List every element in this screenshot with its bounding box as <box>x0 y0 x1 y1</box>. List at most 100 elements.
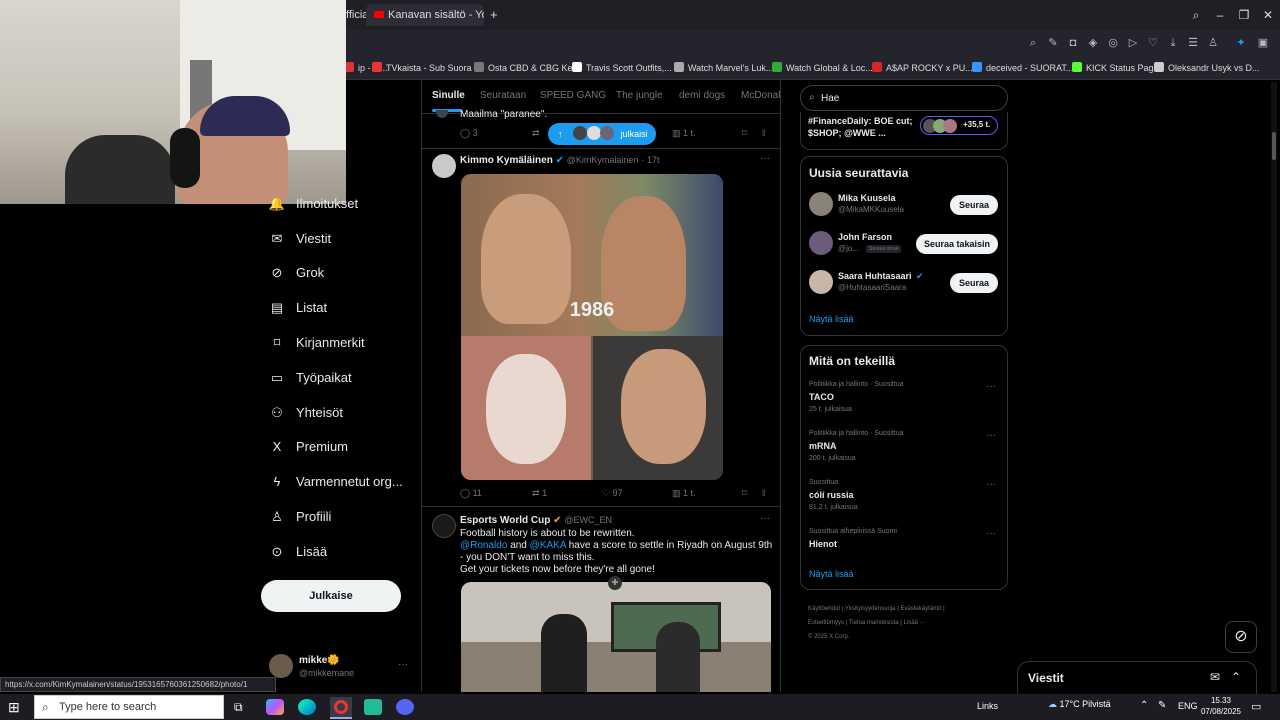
prev-views-button[interactable]: ▥ 1 t. <box>672 128 696 139</box>
messages-drawer[interactable]: Viestit ✉ ⌃ <box>1017 661 1257 694</box>
footer-link[interactable]: Tietoa mainoksista <box>849 620 899 626</box>
tweet-avatar[interactable] <box>432 514 456 538</box>
sidebar-item[interactable]: ⚇ Yhteisöt <box>268 401 343 425</box>
mention-link[interactable]: @KAKA <box>530 540 566 551</box>
author-handle[interactable]: @EWC_EN <box>564 515 612 525</box>
task-view-icon[interactable]: ⧉ <box>234 700 243 715</box>
feed-tab[interactable]: Seurataan <box>480 90 526 101</box>
follow-avatar[interactable] <box>809 192 833 216</box>
expand-up-icon[interactable]: ⌃ <box>1231 670 1241 684</box>
feed-tab[interactable]: Sinulle <box>432 90 465 101</box>
follow-button[interactable]: Seuraa <box>950 273 998 293</box>
tweet-video[interactable] <box>461 582 771 692</box>
follow-name[interactable]: Mika Kuusela <box>838 193 896 203</box>
tray-chevron-icon[interactable]: ⌃ <box>1140 700 1148 711</box>
widgets-icon[interactable] <box>266 699 284 715</box>
new-message-icon[interactable]: ✉ <box>1210 670 1220 684</box>
shield-icon[interactable]: ◈ <box>1086 36 1100 50</box>
weather-widget[interactable]: ☁ 17°C Pilvistä <box>1048 699 1111 710</box>
views-button[interactable]: ▥ 1 t. <box>672 488 696 499</box>
sidebar-item[interactable]: ϟ Varmennetut org... <box>268 470 403 494</box>
share-icon[interactable]: ⇪ <box>760 128 768 139</box>
author-handle[interactable]: @KimKymalainen <box>567 155 639 165</box>
sidebar-item[interactable]: ♙ Profiili <box>268 505 331 529</box>
tweet-avatar[interactable] <box>432 154 456 178</box>
taskbar-search[interactable]: ⌕ Type here to search <box>34 695 224 719</box>
menu-icon[interactable]: ☰ <box>1186 36 1200 50</box>
opera-icon[interactable] <box>330 697 352 719</box>
bookmark-item[interactable]: A$AP ROCKY x PU... <box>872 60 973 76</box>
reply-button[interactable]: ◯ 11 <box>460 488 482 499</box>
bookmark-item[interactable]: Watch Global & Loc... <box>772 60 873 76</box>
prev-retweet-icon[interactable]: ⇄ <box>532 128 540 139</box>
follow-button[interactable]: Seuraa <box>950 195 998 215</box>
pen-icon[interactable]: ✎ <box>1158 700 1166 711</box>
tweet-image[interactable]: 1986 <box>461 174 723 480</box>
language-indicator[interactable]: ENG <box>1178 701 1198 711</box>
trending-top-text[interactable]: #FinanceDaily: BOE cut; $SHOP; @WWE ... <box>808 115 916 139</box>
sidebar-item[interactable]: ⌑ Kirjanmerkit <box>268 331 365 355</box>
share-icon[interactable]: ⇪ <box>760 488 768 499</box>
tweet-time[interactable]: 17t <box>647 155 660 165</box>
feed-tab[interactable]: demi dogs <box>679 90 725 101</box>
footer-link[interactable]: Evästekäytäntö <box>900 606 941 612</box>
post-button[interactable]: Julkaise <box>261 580 401 612</box>
download-icon[interactable]: ⤓ <box>1166 36 1180 50</box>
retweet-button[interactable]: ⇄ 1 <box>532 488 547 499</box>
bookmark-item[interactable]: deceived - SUORAT... <box>972 60 1073 76</box>
bookmark-icon[interactable]: ⌑ <box>742 488 747 499</box>
follow-avatar[interactable] <box>809 231 833 255</box>
bookmark-icon[interactable]: ⌑ <box>742 128 747 139</box>
footer-link[interactable]: Lisää ··· <box>904 620 926 626</box>
restore-icon[interactable]: ❐ <box>1234 6 1254 24</box>
scrollbar-thumb[interactable] <box>1272 132 1276 160</box>
wallet-icon[interactable]: ▣ <box>1256 36 1270 50</box>
heart-icon[interactable]: ♡ <box>1146 36 1160 50</box>
profile-icon[interactable]: ♙ <box>1206 36 1220 50</box>
trending-avatars-pill[interactable]: +35,5 t. <box>920 116 998 135</box>
search-input[interactable]: Hae <box>821 93 839 104</box>
bookmark-item[interactable]: Osta CBD & CBG Ke... <box>474 60 580 76</box>
trend-name[interactable]: cólí russia <box>809 490 854 500</box>
bookmark-item[interactable]: Travis Scott Outfits,... <box>572 60 672 76</box>
bookmark-item[interactable]: KICK Status Page <box>1072 60 1159 76</box>
feed-tab[interactable]: SPEED GANG <box>540 90 606 101</box>
video-expand-icon[interactable]: ✛ <box>608 576 622 590</box>
grok-float-icon[interactable]: ⊘ <box>1225 621 1257 653</box>
edge-icon[interactable] <box>298 699 316 715</box>
play-icon[interactable]: ▷ <box>1126 36 1140 50</box>
minimize-icon[interactable]: – <box>1210 6 1230 24</box>
follow-name[interactable]: John Farson <box>838 232 892 242</box>
windows-start-icon[interactable]: ⊞ <box>8 699 24 715</box>
bookmark-item[interactable]: TVkaista - Sub Suora <box>372 60 472 76</box>
follow-button[interactable]: Seuraa takaisin <box>916 234 998 254</box>
trend-menu-icon[interactable]: ··· <box>986 528 996 539</box>
prev-reply-button[interactable]: ◯ 3 <box>460 128 478 139</box>
feed-tab[interactable]: The jungle <box>616 90 663 101</box>
sidebar-item[interactable]: ▭ Työpaikat <box>268 366 352 390</box>
footer-link[interactable]: Yksityisyydensuoja <box>845 606 896 612</box>
page-scrollbar[interactable] <box>1271 82 1277 692</box>
trend-menu-icon[interactable]: ··· <box>986 381 996 392</box>
app-icon[interactable] <box>364 699 382 715</box>
clock[interactable]: 15.33 07/08/2025 <box>1199 695 1243 717</box>
new-tab-button[interactable]: + <box>490 4 504 26</box>
links-toolbar[interactable]: Links <box>977 701 998 711</box>
camera-icon[interactable]: ◘ <box>1066 36 1080 50</box>
sidebar-item[interactable]: ⊘ Grok <box>268 261 325 285</box>
trend-menu-icon[interactable]: ··· <box>986 430 996 441</box>
like-button[interactable]: ♡ 97 <box>602 488 623 499</box>
extension-icon[interactable]: ◎ <box>1106 36 1120 50</box>
account-avatar[interactable] <box>269 654 293 678</box>
mention-link[interactable]: @Ronaldo <box>460 540 507 551</box>
browser-tab-active[interactable]: Kanavan sisältö - YouTube <box>366 4 484 26</box>
sidebar-item[interactable]: ⊙ Lisää <box>268 540 328 564</box>
show-more-link[interactable]: Näytä lisää <box>809 569 854 579</box>
trend-name[interactable]: Hienot <box>809 539 837 549</box>
bookmark-item[interactable]: Watch Marvel's Luk... <box>674 60 773 76</box>
search-tabs-icon[interactable]: ⌕ <box>1186 6 1206 24</box>
author-name[interactable]: Kimmo Kymäläinen <box>460 155 553 166</box>
sidebar-item[interactable]: X Premium <box>268 435 348 459</box>
tweet-menu-icon[interactable]: ··· <box>760 153 770 164</box>
trend-name[interactable]: mRNA <box>809 441 837 451</box>
